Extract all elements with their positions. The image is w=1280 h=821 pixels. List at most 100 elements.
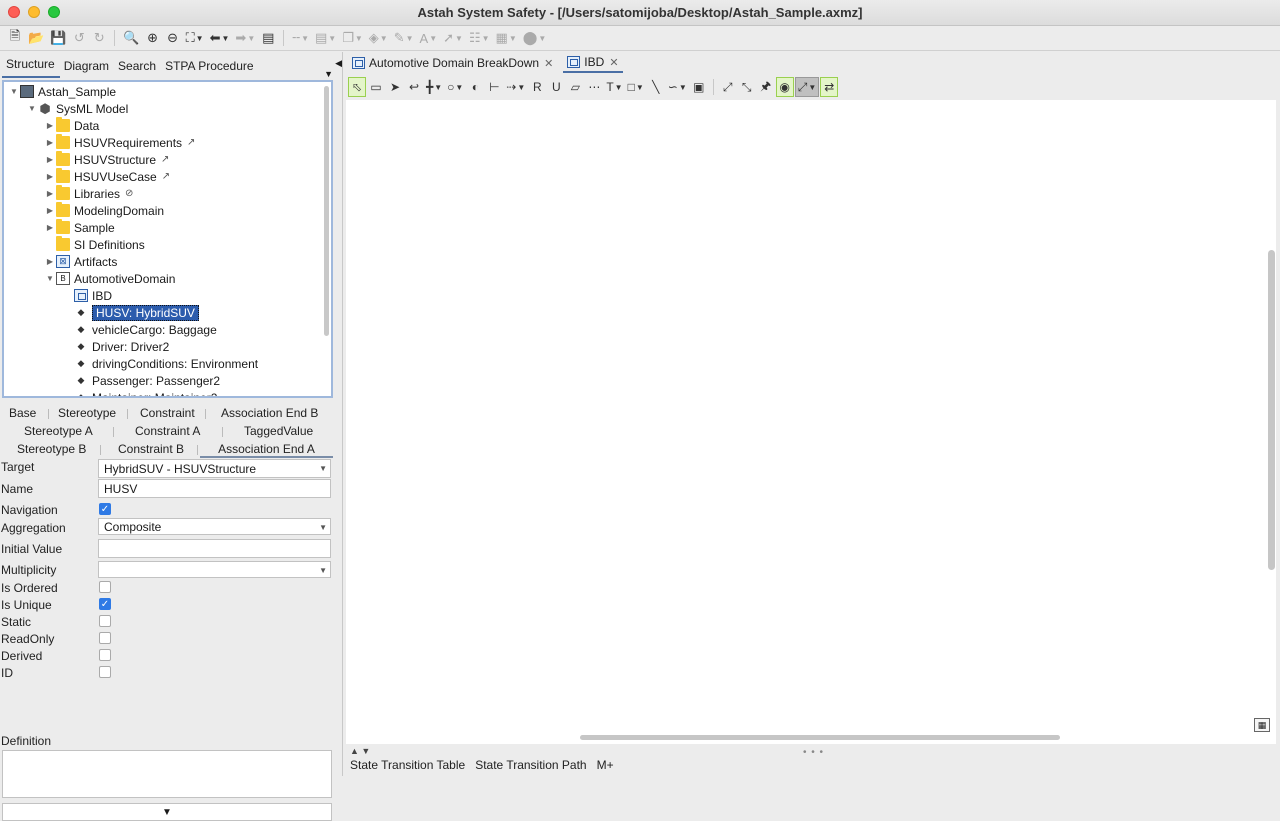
tab-diagram[interactable]: Diagram: [60, 56, 114, 78]
multiplicity-select[interactable]: [98, 561, 331, 578]
tab-stereotype-a[interactable]: Stereotype A: [24, 424, 93, 438]
scroll-arrows-icon[interactable]: ▲ ▼: [350, 746, 370, 756]
tab-association-end-a[interactable]: Association End A: [200, 442, 333, 458]
expand-icon[interactable]: ▶: [44, 121, 56, 130]
expand-icon[interactable]: ▶: [44, 189, 56, 198]
tree-item[interactable]: ◆ Maintainer: Maintainer2: [62, 389, 218, 397]
minimize-window-button[interactable]: [28, 6, 40, 18]
interface-tool-icon[interactable]: ○ ▼: [445, 77, 465, 97]
tab-structure[interactable]: Structure: [2, 54, 60, 78]
id-checkbox[interactable]: [99, 666, 111, 678]
tree-item[interactable]: IBD: [62, 287, 112, 304]
text-tool-icon[interactable]: T ▼: [604, 77, 624, 97]
open-file-icon[interactable]: 📂: [26, 28, 46, 48]
distribute-icon[interactable]: ▤ ▼: [313, 28, 338, 48]
note-anchor-tool-icon[interactable]: ⋯: [585, 77, 603, 97]
tab-stereotype[interactable]: Stereotype: [58, 406, 116, 420]
tab-automotive-domain-breakdown[interactable]: Automotive Domain BreakDown ✕: [348, 54, 557, 72]
initial-value-field[interactable]: [98, 539, 331, 558]
save-icon[interactable]: 💾: [48, 28, 68, 48]
horizontal-scrollbar[interactable]: [580, 735, 1060, 740]
static-checkbox[interactable]: [99, 615, 111, 627]
tab-base[interactable]: Base: [9, 406, 36, 420]
required-interface-icon[interactable]: ◐: [466, 77, 484, 97]
line-color-icon[interactable]: ✎ ▼: [392, 28, 416, 48]
tab-state-transition-table[interactable]: State Transition Table: [350, 758, 465, 772]
expand-icon[interactable]: ▶: [44, 206, 56, 215]
aggregation-select[interactable]: Composite: [98, 518, 331, 535]
tree-scrollbar[interactable]: [324, 86, 329, 336]
rectangle-tool-icon[interactable]: □ ▼: [626, 77, 646, 97]
tree-item[interactable]: ◆ vehicleCargo: Baggage: [62, 321, 217, 338]
overview-icon[interactable]: ▦: [1254, 718, 1270, 732]
item-flow-tool-icon[interactable]: R: [528, 77, 546, 97]
select-tool-icon[interactable]: ⬁: [348, 77, 366, 97]
expand-icon[interactable]: ▶: [44, 155, 56, 164]
flow-port-tool-icon[interactable]: ╋ ▼: [424, 77, 444, 97]
line-style-icon[interactable]: ➚ ▼: [441, 28, 465, 48]
tree-item[interactable]: ▶ Data: [44, 117, 99, 134]
close-tab-icon[interactable]: ✕: [544, 57, 553, 70]
vertical-space-icon[interactable]: ⤢: [719, 77, 737, 97]
tree-item[interactable]: ▶ Sample: [44, 219, 115, 236]
expand-icon[interactable]: ▶: [44, 223, 56, 232]
tab-taggedvalue[interactable]: TaggedValue: [244, 424, 313, 438]
tree-item[interactable]: ◆ drivingConditions: Environment: [62, 355, 259, 372]
tree-item[interactable]: ▼ B AutomotiveDomain: [44, 270, 175, 287]
is-ordered-checkbox[interactable]: [99, 581, 111, 593]
tree-item[interactable]: ◆ HUSV: HybridSUV: [62, 304, 199, 321]
splitter-grip-icon[interactable]: • • •: [803, 747, 824, 758]
tab-stereotype-b[interactable]: Stereotype B: [17, 442, 86, 456]
derived-checkbox[interactable]: [99, 649, 111, 661]
font-color-icon[interactable]: A ▼: [418, 28, 440, 48]
close-window-button[interactable]: [8, 6, 20, 18]
tab-ibd[interactable]: IBD ✕: [563, 53, 623, 73]
close-tab-icon[interactable]: ✕: [609, 56, 618, 69]
readonly-checkbox[interactable]: [99, 632, 111, 644]
collapse-icon[interactable]: ▼: [8, 87, 20, 96]
expand-icon[interactable]: ▶: [44, 257, 56, 266]
circle-icon[interactable]: ⬤ ▼: [521, 28, 548, 48]
tree-item[interactable]: ▶ ⊠ Artifacts: [44, 253, 117, 270]
zoom-in-icon[interactable]: ⊕: [144, 28, 162, 48]
freehand-tool-icon[interactable]: ∽ ▼: [666, 77, 689, 97]
tree-item[interactable]: ▶ ModelingDomain: [44, 202, 164, 219]
provided-interface-icon[interactable]: ⊢: [485, 77, 503, 97]
tab-constraint-a[interactable]: Constraint A: [135, 424, 200, 438]
tab-state-transition-path[interactable]: State Transition Path: [475, 758, 586, 772]
vertical-scrollbar[interactable]: [1268, 250, 1275, 570]
tree-item[interactable]: ▶ HSUVStructure ↗: [44, 151, 169, 168]
horizontal-space-icon[interactable]: ⤡: [738, 77, 756, 97]
tree-item[interactable]: ▶ HSUVRequirements ↗: [44, 134, 195, 151]
tab-constraint[interactable]: Constraint: [140, 406, 195, 420]
port-tool-icon[interactable]: ➤: [386, 77, 404, 97]
line-tool-icon[interactable]: ╲: [647, 77, 665, 97]
definition-textarea[interactable]: [2, 750, 332, 798]
tree-item[interactable]: ▶ HSUVUseCase ↗: [44, 168, 170, 185]
tree-layout-icon[interactable]: ☷ ▼: [467, 28, 492, 48]
undo-icon[interactable]: ↺: [70, 28, 88, 48]
pin-icon[interactable]: 🖈: [757, 77, 775, 97]
collapse-icon[interactable]: ▼: [26, 104, 38, 113]
note-tool-icon[interactable]: ▱: [566, 77, 584, 97]
line-mode-icon[interactable]: ⤢ ▼: [794, 77, 820, 97]
navigation-checkbox[interactable]: ✓: [99, 503, 111, 515]
tab-stpa-procedure[interactable]: STPA Procedure: [161, 56, 259, 78]
align-icon[interactable]: ╌ ▼: [290, 28, 311, 48]
connector-tool-icon[interactable]: ↩: [405, 77, 423, 97]
expand-definition-button[interactable]: ▼: [2, 803, 332, 821]
arrange-icon[interactable]: ❐ ▼: [340, 28, 365, 48]
expand-icon[interactable]: ▶: [44, 172, 56, 181]
tab-association-end-b[interactable]: Association End B: [221, 406, 318, 420]
target-select[interactable]: HybridSUV - HSUVStructure: [98, 459, 331, 478]
tree-item[interactable]: ◆ Driver: Driver2: [62, 338, 170, 355]
tree-item[interactable]: ▼ Astah_Sample: [8, 83, 116, 100]
zoom-out-icon[interactable]: ⊖: [164, 28, 182, 48]
collapse-panel-icon[interactable]: ◀: [335, 58, 342, 69]
tab-m-plus[interactable]: M+: [597, 758, 614, 772]
image-tool-icon[interactable]: ▣: [690, 77, 708, 97]
collapse-icon[interactable]: ▼: [44, 274, 56, 283]
forward-icon[interactable]: ➡ ▼: [233, 28, 257, 48]
snap-grid-icon[interactable]: ◉: [775, 77, 794, 97]
new-file-icon[interactable]: 🗎: [6, 28, 24, 48]
